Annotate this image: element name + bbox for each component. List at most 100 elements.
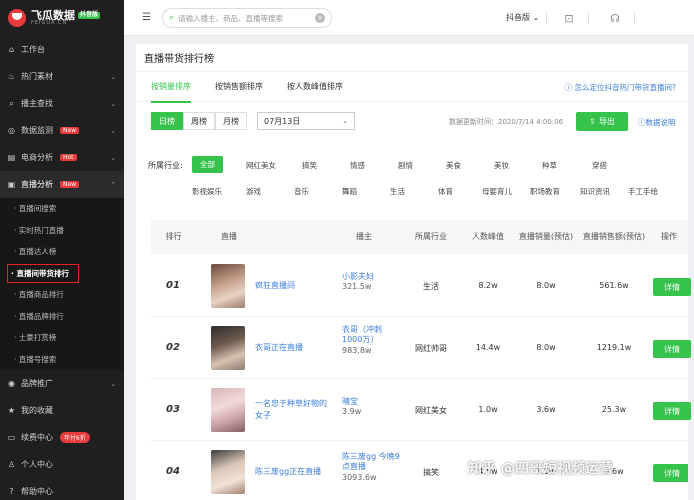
new-badge: New <box>60 127 80 134</box>
live-title-link[interactable]: 陈三废gg正在直播 <box>255 466 329 478</box>
industry-option[interactable]: 种草 <box>542 160 557 171</box>
sidebar-item-ecommerce[interactable]: ▤ 电商分析 Hot ⌄ <box>0 144 124 171</box>
home-icon: ⌂ <box>8 45 15 54</box>
industry-all[interactable]: 全部 <box>192 156 223 173</box>
data-explain-link[interactable]: ⓘ数据说明 <box>638 117 676 128</box>
industry-option[interactable]: 舞蹈 <box>342 186 357 197</box>
sales-cell: 8.0w <box>536 343 556 352</box>
industry-option[interactable]: 情感 <box>350 160 365 171</box>
export-icon: ⇪ <box>589 117 596 126</box>
search-box[interactable]: ⌕ × <box>162 8 332 28</box>
host-fans: 3.9w <box>342 407 362 417</box>
sidebar-subitem-live-sales-rank[interactable]: · 直播间带货排行 <box>0 263 124 285</box>
sidebar-subitem[interactable]: · 土豪打赏榜 <box>0 327 124 349</box>
week-rank-button[interactable]: 周榜 <box>183 112 215 130</box>
industry-option[interactable]: 生活 <box>390 186 405 197</box>
host-name-link[interactable]: 衣哥（冲刺1000万） <box>342 325 400 346</box>
day-rank-button[interactable]: 日榜 <box>151 112 183 130</box>
avatar[interactable] <box>211 388 245 432</box>
industry-option[interactable]: 网红美女 <box>246 160 276 171</box>
sidebar-subitem[interactable]: · 直播达人榜 <box>0 241 124 263</box>
industry-option[interactable]: 体育 <box>438 186 453 197</box>
logo[interactable]: 飞瓜数据 抖音版 FEIGUA.CN <box>0 0 124 36</box>
revenue-cell: 561.6w <box>599 281 629 290</box>
search-input[interactable] <box>178 13 309 23</box>
help-icon: ? <box>9 487 14 496</box>
sidebar-subitem[interactable]: · 直播商品排行 <box>0 284 124 306</box>
sidebar-item-renewal[interactable]: ▭ 续费中心 年付6折 <box>0 424 124 451</box>
industry-option[interactable]: 搞笑 <box>302 160 317 171</box>
chevron-down-icon: ⌄ <box>110 72 116 81</box>
headset-icon[interactable]: ☊ <box>606 9 624 27</box>
sidebar-item-label: 直播分析 <box>21 180 53 189</box>
industry-option[interactable]: 影视娱乐 <box>192 186 222 197</box>
main-panel: 直播带货排行榜 按销量排序 按销售额排序 按人数峰值排序 ⓘ 怎么定位抖音热门带… <box>136 44 691 500</box>
live-title-link[interactable]: 疯狂直播间 <box>255 280 329 292</box>
column-header-live: 直播 <box>221 232 237 241</box>
host-name-link[interactable]: 小影夫妇 <box>342 272 400 282</box>
date-select[interactable]: 07月13日 ⌄ <box>257 112 355 130</box>
industry-option[interactable]: 美妆 <box>494 160 509 171</box>
sidebar-subitem[interactable]: · 直播间搜索 <box>0 198 124 220</box>
platform-select[interactable]: 抖音版 ⌄ <box>506 12 539 23</box>
export-button[interactable]: ⇪ 导出 <box>576 112 628 131</box>
industry-option[interactable]: 知识资讯 <box>580 186 610 197</box>
star-icon: ★ <box>7 406 16 415</box>
user-icon: ♙ <box>7 460 16 469</box>
industry-option[interactable]: 剧情 <box>398 160 413 171</box>
host-name-link[interactable]: 陈三废gg 今晚9点直播 <box>342 452 400 473</box>
sidebar-item-hot-material[interactable]: ♨ 热门素材 ⌄ <box>0 63 124 90</box>
fire-icon: ♨ <box>7 72 16 81</box>
sidebar-subitem[interactable]: · 直播号搜索 <box>0 349 124 371</box>
tab-sort-by-sales[interactable]: 按销量排序 <box>151 72 191 103</box>
chevron-down-icon: ⌄ <box>532 13 540 22</box>
sidebar-subitem[interactable]: · 实时热门直播 <box>0 220 124 242</box>
column-header-sales: 直播销量(预估) <box>518 232 574 241</box>
sidebar-item-host-search[interactable]: ⌕ 播主查找 ⌄ <box>0 90 124 117</box>
clear-icon[interactable]: × <box>315 13 325 23</box>
sales-cell: 8.0w <box>536 281 556 290</box>
sidebar-item-profile[interactable]: ♙ 个人中心 <box>0 451 124 478</box>
live-title-link[interactable]: 衣哥正在直播 <box>255 342 329 354</box>
detail-button[interactable]: 详情 <box>653 278 691 296</box>
avatar[interactable] <box>211 450 245 494</box>
table-row: 02 衣哥正在直播 衣哥（冲刺1000万） 983.8w 网红帅哥 14.4w 8… <box>151 318 691 379</box>
sidebar-item-workbench[interactable]: ⌂ 工作台 <box>0 36 124 63</box>
industry-option[interactable]: 穿搭 <box>592 160 607 171</box>
detail-button[interactable]: 详情 <box>653 402 691 420</box>
menu-icon[interactable]: ☰ <box>142 12 151 23</box>
month-rank-button[interactable]: 月榜 <box>215 112 247 130</box>
chart-icon[interactable]: ⊡ <box>560 9 578 27</box>
live-title-link[interactable]: 一名忠于种草好物的女子 <box>255 398 329 421</box>
tab-sort-by-peak[interactable]: 按人数峰值排序 <box>287 72 343 102</box>
avatar[interactable] <box>211 326 245 370</box>
peak-cell: 14.4w <box>475 343 501 352</box>
industry-option[interactable]: 职场教育 <box>530 186 560 197</box>
period-toggle: 日榜 周榜 月榜 <box>151 112 247 130</box>
industry-option[interactable]: 手工手绘 <box>628 186 658 197</box>
industry-option[interactable]: 音乐 <box>294 186 309 197</box>
detail-button[interactable]: 详情 <box>653 464 688 482</box>
sidebar-item-brand[interactable]: ◉ 品牌推广 ⌄ <box>0 370 124 397</box>
sidebar-item-live-analysis[interactable]: ▣ 直播分析 New ⌃ <box>0 171 124 198</box>
sidebar-item-label: 数据监测 <box>21 126 53 135</box>
detail-button[interactable]: 详情 <box>653 340 691 358</box>
sales-cell: 3.6w <box>536 405 556 414</box>
live-icon: ▣ <box>7 180 16 189</box>
sidebar-item-label: 播主查找 <box>21 99 53 108</box>
industry-option[interactable]: 游戏 <box>246 186 261 197</box>
search-icon: ⌕ <box>9 98 14 108</box>
host-name-link[interactable]: 晴宝 <box>342 397 400 407</box>
sidebar-item-data-monitor[interactable]: ◎ 数据监测 New ⌄ <box>0 117 124 144</box>
industry-option[interactable]: 母婴育儿 <box>482 186 512 197</box>
sidebar-subitem[interactable]: · 直播品牌排行 <box>0 306 124 328</box>
sidebar-item-favorites[interactable]: ★ 我的收藏 <box>0 397 124 424</box>
tab-sort-by-revenue[interactable]: 按销售额排序 <box>215 72 263 102</box>
industry-cell: 网红美女 <box>415 406 447 415</box>
help-link[interactable]: ⓘ 怎么定位抖音热门带货直播间? <box>565 82 676 93</box>
industry-option[interactable]: 美食 <box>446 160 461 171</box>
chevron-down-icon: ⌄ <box>110 153 116 162</box>
sidebar-item-help[interactable]: ? 帮助中心 <box>0 478 124 500</box>
sidebar-item-label: 品牌推广 <box>21 379 53 388</box>
avatar[interactable] <box>211 264 245 308</box>
